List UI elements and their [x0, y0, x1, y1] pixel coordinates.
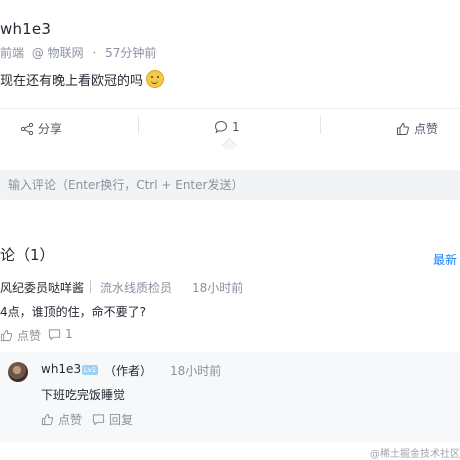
comment-user-title: 流水线质检员	[100, 281, 173, 295]
reply-user-name[interactable]: wh1e3	[41, 362, 81, 376]
reply-like-label: 点赞	[58, 413, 83, 427]
comment-like-label: 点赞	[17, 329, 42, 343]
user-level-badge: Lv1	[82, 365, 98, 375]
watermark: @稀土掘金技术社区	[370, 449, 460, 460]
reply-like-button[interactable]: 点赞	[41, 411, 82, 428]
action-separator	[320, 116, 321, 134]
comment-icon	[48, 328, 61, 340]
share-icon	[20, 122, 34, 135]
comment-button[interactable]: 1	[214, 120, 240, 134]
like-button[interactable]: 点赞	[396, 120, 438, 137]
action-separator	[138, 116, 139, 134]
comment-user-name[interactable]: 风纪委员哒咩酱	[0, 279, 84, 296]
share-label: 分享	[38, 122, 63, 136]
like-label: 点赞	[414, 122, 439, 136]
thumbs-up-icon	[41, 413, 54, 426]
meta-separator: ·	[92, 46, 97, 60]
author-tag: （作者）	[104, 364, 153, 378]
reply-icon	[92, 414, 105, 426]
post-content: 现在还有晚上看欧冠的吗	[0, 70, 165, 89]
comment-reply-button[interactable]: 1	[48, 327, 73, 341]
share-button[interactable]: 分享	[20, 120, 62, 137]
reply-text: 下班吃完饭睡觉	[41, 388, 126, 402]
thumbs-up-icon	[397, 122, 409, 135]
post-group[interactable]: 前端	[0, 46, 24, 60]
comment-like-button[interactable]: 点赞	[0, 327, 41, 344]
comment-input[interactable]	[0, 170, 460, 200]
post-author-name[interactable]: wh1e3	[0, 20, 51, 38]
thumbs-up-icon	[0, 329, 13, 342]
comment-text: 4点，谁顶的住，命不要了?	[0, 305, 147, 319]
post-topic[interactable]: @ 物联网	[32, 46, 84, 60]
user-title-separator	[90, 280, 91, 293]
comments-title: 论（1）	[0, 246, 55, 264]
comment-icon	[214, 120, 228, 134]
post-meta: 前端 @ 物联网 · 57分钟前	[0, 44, 156, 61]
comment-input-wrapper	[0, 170, 460, 200]
sort-latest-tab[interactable]: 最新	[433, 251, 457, 268]
reply-reply-button[interactable]: 回复	[92, 411, 133, 428]
comment-reply-count: 1	[65, 327, 73, 341]
post-text: 现在还有晚上看欧冠的吗	[0, 74, 144, 89]
comment-count: 1	[232, 120, 240, 134]
comment-time: 18小时前	[192, 281, 244, 295]
smile-emoji-icon	[146, 70, 165, 88]
reply-time: 18小时前	[170, 364, 222, 378]
reply-reply-label: 回复	[109, 413, 134, 427]
post-time: 57分钟前	[105, 46, 157, 60]
avatar[interactable]	[8, 362, 28, 382]
post-divider	[0, 108, 460, 109]
